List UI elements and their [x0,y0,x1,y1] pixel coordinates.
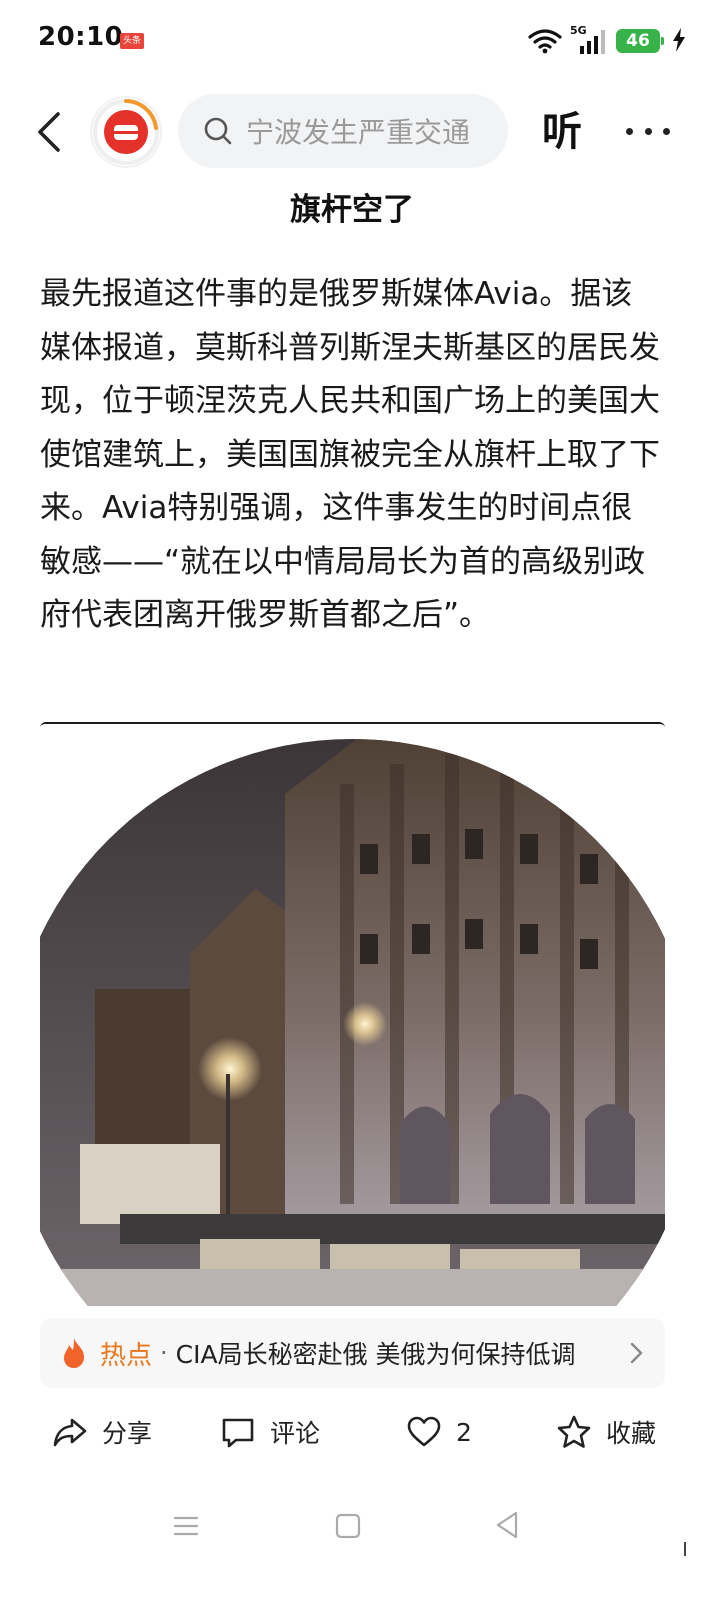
star-icon [557,1415,591,1448]
hot-separator: · [160,1339,168,1367]
wifi-icon [528,29,562,54]
search-placeholder: 宁波发生严重交通 [246,116,471,149]
favorite-button[interactable]: 收藏 [556,1412,656,1452]
more-icon[interactable] [626,116,670,146]
charging-icon [673,28,685,52]
like-count: 2 [456,1417,472,1447]
top-nav: 宁波发生严重交通 听 [0,92,720,172]
comment-button[interactable]: 评论 [220,1412,320,1452]
heart-icon [407,1416,441,1447]
favorite-label: 收藏 [606,1419,657,1448]
edge-marker [684,1542,686,1556]
hot-label: 热点 [100,1340,153,1371]
home-icon[interactable] [334,1512,362,1540]
article-body: 最先报道这件事的是俄罗斯媒体Avia。据该媒体报道，莫斯科普列斯涅夫斯基区的居民… [40,276,660,633]
chevron-right-icon [630,1342,643,1364]
battery-icon: 46 [616,29,664,53]
hot-topic-link[interactable]: 热点 · CIA局长秘密赴俄 美俄为何保持低调 [40,1318,665,1388]
article-title: 旗杆空了 [290,192,414,228]
menu-icon[interactable] [172,1512,200,1540]
share-button[interactable]: 分享 [52,1412,152,1452]
status-time: 20:10 [38,22,124,52]
search-icon [204,117,232,145]
comment-label: 评论 [270,1419,321,1448]
app-logo[interactable] [92,98,160,166]
back-icon[interactable] [30,108,70,156]
share-icon [53,1418,87,1447]
embassy-photo [40,724,665,1306]
article-image[interactable] [40,722,665,1306]
listen-button[interactable]: 听 [542,108,582,156]
comment-icon [222,1418,254,1448]
status-bar: 20:10 头条 5G 46 [0,0,720,80]
nav-back-icon[interactable] [494,1510,520,1540]
flame-icon [64,1338,84,1368]
search-input[interactable]: 宁波发生严重交通 [178,94,508,168]
share-label: 分享 [102,1419,153,1448]
logo-mark [104,110,148,154]
action-bar: 分享 评论 2 收藏 [0,1400,720,1464]
like-button[interactable]: 2 [406,1412,472,1452]
app-badge: 头条 [120,33,144,49]
status-icons: 5G 46 [528,24,664,58]
hot-topic-text: CIA局长秘密赴俄 美俄为何保持低调 [175,1340,576,1369]
signal-icon: 5G [570,24,608,56]
system-nav-bar [0,1490,720,1570]
